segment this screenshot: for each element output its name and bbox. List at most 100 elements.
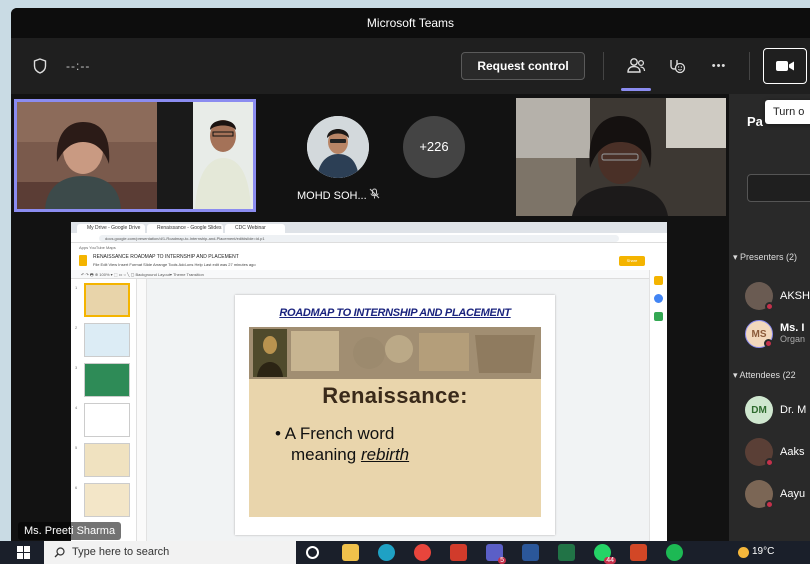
shared-screen: My Drive - Google Drive Renaissance - Go… (71, 222, 667, 544)
video-tile-spotlight[interactable] (14, 99, 256, 212)
attendees-section-header[interactable]: ▾ Attendees (22 (733, 370, 796, 381)
presence-busy-icon (765, 302, 774, 311)
bookmarks-bar: Apps YouTube Maps (71, 243, 667, 252)
shield-icon (33, 58, 47, 74)
presenter-name-tag: Ms. Preeti Sharma (18, 522, 122, 540)
edge-icon[interactable] (378, 544, 395, 561)
avatar: MS (745, 320, 773, 348)
chrome-icon[interactable] (414, 544, 431, 561)
cortana-icon[interactable] (306, 546, 319, 559)
weather-temperature[interactable]: 19°C (752, 546, 774, 557)
powerpoint-icon[interactable] (630, 544, 647, 561)
participants-active-indicator (621, 88, 651, 91)
participant-video (17, 102, 253, 209)
browser-tab-active[interactable]: Renaissance - Google Slides (147, 224, 223, 233)
participant-name: AKSH (780, 290, 810, 302)
slide-thumbnail[interactable] (84, 363, 130, 397)
avatar: DM (745, 396, 773, 424)
browser-tab[interactable]: CDC Webinar (225, 224, 285, 233)
windows-taskbar: Type here to search 5 44 19°C (0, 541, 810, 564)
slide-thumbnail[interactable] (84, 323, 130, 357)
avatar-name: MOHD SOH... (297, 190, 367, 202)
search-icon (54, 547, 65, 558)
spotify-icon[interactable] (666, 544, 683, 561)
tasks-icon[interactable] (654, 294, 663, 303)
participants-icon[interactable] (622, 52, 650, 80)
calendar-icon[interactable] (654, 312, 663, 321)
presence-busy-icon (765, 500, 774, 509)
windows-start-icon[interactable] (17, 546, 30, 559)
participant-name: Dr. M (780, 404, 807, 416)
reactions-icon[interactable] (663, 52, 691, 80)
more-participants-button[interactable]: +226 (403, 116, 465, 178)
vertical-ruler (137, 279, 147, 544)
presence-busy-icon (765, 458, 774, 467)
whatsapp-icon[interactable]: 44 (594, 544, 616, 564)
video-tile-right[interactable] (516, 98, 726, 216)
slide-thumbnail[interactable] (84, 443, 130, 477)
browser-tab[interactable]: My Drive - Google Drive (77, 224, 145, 233)
renaissance-collage-image (249, 327, 541, 379)
slides-format-toolbar[interactable]: ↶ ↷ 🖶 ⊕ 100% ▾ ⬚ ▭ ○ ╲ ▢ Background Layo… (71, 270, 667, 279)
document-title[interactable]: RENAISSANCE ROADMAP TO INTERNSHIP AND PL… (93, 254, 239, 260)
taskbar-search-input[interactable]: Type here to search (44, 541, 296, 564)
participant-row[interactable]: MS Ms. I Organ (745, 320, 805, 348)
slides-share-button[interactable]: Share (619, 256, 645, 266)
request-control-button[interactable]: Request control (461, 52, 585, 80)
bullet-emphasis: rebirth (360, 445, 410, 464)
slide-image: Renaissance: • A French word meaning reb… (249, 327, 541, 517)
camera-button[interactable] (763, 48, 807, 84)
toolbar-divider (749, 52, 750, 80)
toolbar-divider (603, 52, 604, 80)
meeting-timer: --:-- (66, 59, 91, 73)
mic-off-icon (369, 188, 381, 200)
excel-icon[interactable] (558, 544, 575, 561)
participant-row[interactable]: Aayu (745, 480, 806, 509)
keep-icon[interactable] (654, 276, 663, 285)
teams-icon[interactable]: 5 (486, 544, 506, 564)
browser-address-row: docs.google.com/presentation/d/1-Roadmap… (71, 233, 667, 243)
slides-header: RENAISSANCE ROADMAP TO INTERNSHIP AND PL… (71, 252, 667, 270)
participant-row[interactable]: DM Dr. M (745, 396, 806, 424)
camera-icon (776, 61, 794, 71)
slide-heading: Renaissance: (322, 383, 468, 408)
camera-tooltip: Turn o (765, 100, 810, 124)
current-slide[interactable]: ROADMAP TO INTERNSHIP AND PLACEMENT Rena… (235, 295, 555, 535)
bullet-line-1: A French word (284, 424, 395, 443)
meeting-toolbar: --:-- Request control ••• (11, 38, 810, 94)
participant-row[interactable]: AKSH (745, 282, 810, 311)
slide-thumbnail[interactable] (84, 403, 130, 437)
slide-bullet: • A French word meaning rebirth (275, 424, 410, 464)
participant-role: Organ (780, 334, 806, 344)
participant-video (516, 98, 726, 216)
meeting-stage: MOHD SOH... +226 My Drive - Google Drive… (11, 94, 729, 554)
slide-filmstrip: 1 2 3 4 5 6 (71, 279, 137, 544)
slide-thumbnail[interactable] (84, 283, 130, 317)
teams-window: Microsoft Teams --:-- Request control ••… (11, 8, 810, 554)
slides-logo-icon (79, 255, 87, 266)
address-bar[interactable]: docs.google.com/presentation/d/1-Roadmap… (99, 235, 619, 242)
participant-row[interactable]: Aaks (745, 438, 805, 467)
bullet-line-2: meaning (291, 445, 361, 464)
participant-name: Aayu (780, 488, 806, 500)
panel-title: Pa (747, 114, 763, 129)
slides-menu[interactable]: File Edit View Insert Format Slide Arran… (93, 262, 256, 267)
browser-tab-strip: My Drive - Google Drive Renaissance - Go… (71, 222, 667, 233)
participant-avatar[interactable] (307, 116, 369, 178)
participant-name: Aaks (780, 446, 805, 458)
more-options-icon[interactable]: ••• (705, 52, 733, 80)
slide-thumbnail[interactable] (84, 483, 130, 517)
file-explorer-icon[interactable] (342, 544, 359, 561)
presenters-section-header[interactable]: ▾ Presenters (2) (733, 252, 797, 263)
participant-name: Ms. I (780, 322, 805, 334)
slide-title: ROADMAP TO INTERNSHIP AND PLACEMENT (279, 307, 511, 319)
avatar (745, 480, 774, 509)
weather-icon[interactable] (738, 547, 749, 558)
participant-search-input[interactable] (747, 174, 810, 202)
slide-canvas: ROADMAP TO INTERNSHIP AND PLACEMENT Rena… (137, 279, 649, 544)
word-icon[interactable] (522, 544, 539, 561)
office-icon[interactable] (450, 544, 467, 561)
slides-side-panel (649, 270, 667, 544)
avatar (745, 282, 774, 311)
participants-panel: Pa ▾ Presenters (2) AKSH MS Ms. I Organ … (729, 94, 810, 554)
